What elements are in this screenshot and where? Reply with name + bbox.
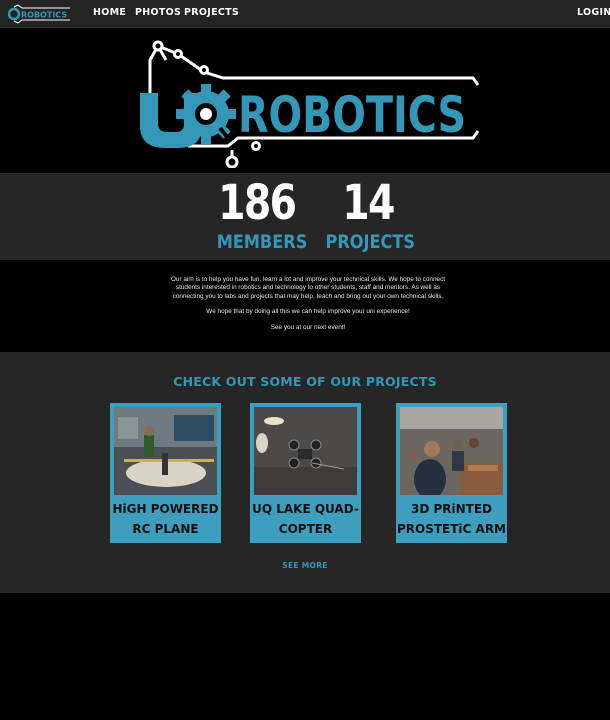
project-card-prosthetic-arm[interactable]: 3D PRiNTED PROSTETiC ARM bbox=[396, 403, 507, 543]
quadcopter-photo bbox=[254, 407, 357, 495]
nav-logo[interactable]: ROBOTICS bbox=[8, 3, 72, 24]
members-count: 186 bbox=[218, 175, 297, 231]
projects-label: PROJECTS bbox=[325, 231, 416, 253]
svg-text:ROBOTICS: ROBOTICS bbox=[21, 11, 67, 20]
stats-band: 186 MEMBERS 14 PROJECTS bbox=[0, 173, 610, 260]
prosthetic-arm-photo bbox=[400, 407, 503, 495]
projects-count: 14 bbox=[342, 175, 395, 231]
see-more-link[interactable]: SEE MORE bbox=[0, 561, 610, 570]
rc-plane-photo bbox=[114, 407, 217, 495]
hero-logo: ROBOTICS bbox=[140, 40, 480, 168]
card-title: UQ LAKE QUAD- COPTER bbox=[252, 502, 359, 536]
members-label: MEMBERS bbox=[216, 231, 308, 253]
top-nav: ROBOTICS HOME PHOTOS PROJECTS LOGIN bbox=[0, 0, 610, 28]
nav-photos-link[interactable]: PHOTOS bbox=[135, 7, 181, 18]
stat-projects: 14 PROJECTS bbox=[318, 175, 418, 253]
hero-section: ROBOTICS bbox=[0, 28, 610, 172]
project-card-quadcopter[interactable]: UQ LAKE QUAD- COPTER bbox=[250, 403, 361, 543]
stat-members: 186 MEMBERS bbox=[210, 175, 308, 253]
card-title: HiGH POWERED RC PLANE bbox=[112, 502, 219, 536]
about-paragraph: We hope that by doing all this we can he… bbox=[206, 308, 410, 316]
nav-login-link[interactable]: LOGIN bbox=[577, 7, 610, 18]
projects-heading: CHECK OUT SOME OF OUR PROJECTS bbox=[173, 374, 437, 389]
about-text: Our aim is to help you have fun, learn a… bbox=[170, 276, 446, 339]
projects-section: CHECK OUT SOME OF OUR PROJECTS HiGH POWE… bbox=[0, 352, 610, 593]
card-title: 3D PRiNTED PROSTETiC ARM bbox=[396, 502, 506, 536]
about-paragraph: See you at our next event! bbox=[270, 323, 346, 331]
about-paragraph: Our aim is to help you have fun, learn a… bbox=[170, 276, 446, 300]
svg-text:ROBOTICS: ROBOTICS bbox=[238, 86, 466, 144]
nav-projects-link[interactable]: PROJECTS bbox=[184, 7, 239, 18]
nav-home-link[interactable]: HOME bbox=[93, 7, 126, 18]
project-card-rc-plane[interactable]: HiGH POWERED RC PLANE bbox=[110, 403, 221, 543]
